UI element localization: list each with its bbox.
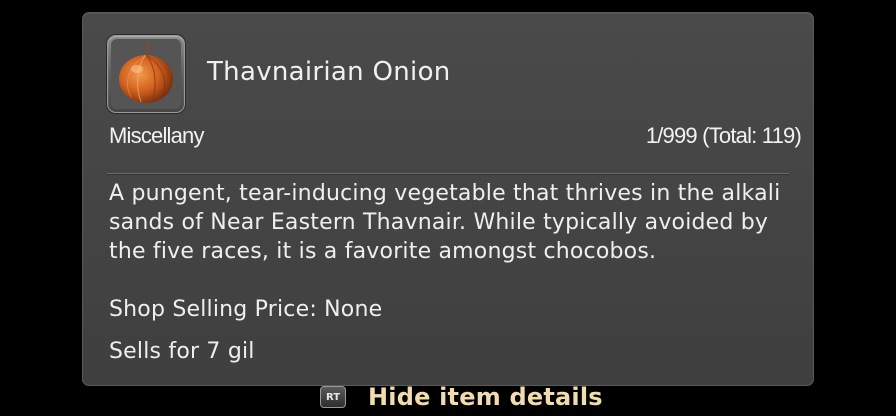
hide-item-details-button[interactable]: RT Hide item details [320,382,603,412]
item-stack-count: 1/999 (Total: 119) [645,123,802,148]
item-icon-frame [107,35,185,113]
item-description: A pungent, tear-inducing vegetable that … [109,181,781,264]
divider [107,173,789,175]
rt-button-icon: RT [320,386,346,408]
sell-value: Sells for 7 gil [109,339,255,364]
onion-icon [111,39,181,109]
hide-item-details-label: Hide item details [368,383,603,411]
item-name: Thavnairian Onion [207,57,451,87]
shop-selling-price: Shop Selling Price: None [109,297,383,322]
item-tooltip: Thavnairian Onion Miscellany 1/999 (Tota… [82,12,814,386]
item-category: Miscellany [109,123,205,148]
